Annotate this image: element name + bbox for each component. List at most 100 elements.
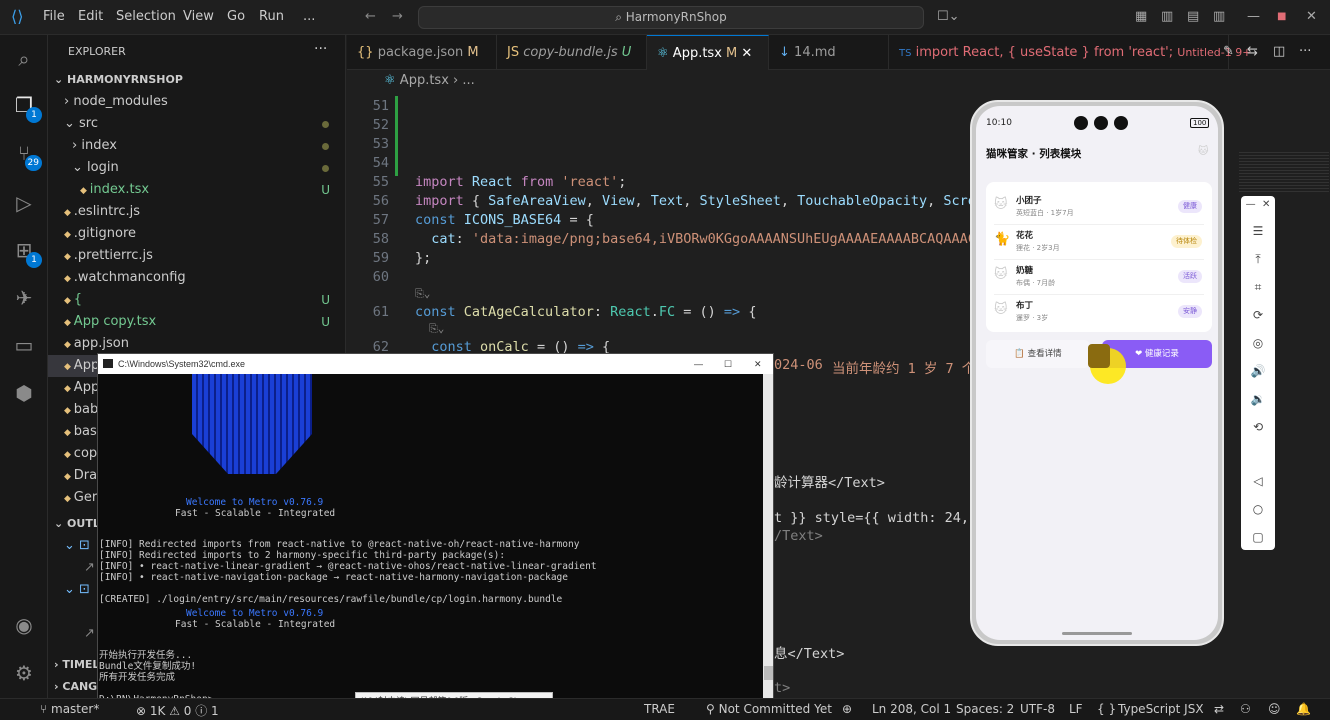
deploy-icon[interactable]: ✈ — [12, 286, 36, 310]
view-details-button[interactable]: 📋 查看详情 — [986, 340, 1090, 368]
copilot-icon[interactable]: ☐⌄ — [937, 9, 960, 24]
menu-selection[interactable]: Selection — [116, 9, 176, 24]
restore-icon[interactable]: ■ — [1277, 11, 1286, 22]
compare-icon[interactable]: ⇆ — [1247, 44, 1258, 59]
encoding[interactable]: UTF-8 — [1020, 702, 1055, 716]
remote-explorer-icon[interactable]: ▭ — [12, 333, 36, 357]
indentation[interactable]: Spaces: 2 — [956, 702, 1014, 716]
tree-file[interactable]: ◆ .gitignore — [48, 223, 345, 245]
explorer-icon[interactable]: ❐ 1 — [12, 93, 42, 123]
problems-status[interactable]: ⊗ 1K ⚠ 0 ⓘ 1 — [136, 702, 219, 719]
account-icon[interactable]: ◉ — [12, 613, 36, 637]
close-tab-icon[interactable]: ✕ — [741, 46, 752, 61]
menu-file[interactable]: File — [43, 9, 65, 24]
tree-folder[interactable]: › index — [48, 135, 345, 157]
cmd-window[interactable]: C:\Windows\System32\cmd.exe — ☐ ✕ Welcom… — [97, 353, 774, 705]
phone-screen[interactable]: 10:10 100 猫咪管家 · 列表模块 🐱 🐱 小团子 英短蓝白 · 1岁7月健… — [976, 106, 1218, 640]
location-icon[interactable]: ◎ — [1241, 336, 1275, 350]
tree-folder[interactable]: ⌄ src — [48, 113, 345, 135]
cat-list-item[interactable]: 🐱 奶糖 布偶 · 7月龄 活跃 — [990, 260, 1208, 295]
menu-edit[interactable]: Edit — [78, 9, 103, 24]
notifications-bell-icon[interactable]: 🔔 — [1296, 702, 1311, 716]
copilot-icon[interactable]: ⚇ — [1240, 702, 1251, 716]
cat-list-item[interactable]: 🐱 小团子 英短蓝白 · 1岁7月 健康 — [990, 190, 1208, 225]
tab-14-md[interactable]: ↓ 14.md — [769, 35, 889, 70]
minimize-icon[interactable]: — — [1247, 9, 1260, 24]
tree-file[interactable]: ◆ App copy.tsx U — [48, 311, 345, 333]
code-fragment: 当前年龄约 1 岁 7 个 — [832, 361, 976, 377]
harmony-icon[interactable]: ⬢ — [12, 381, 36, 405]
cursor-position[interactable]: Ln 208, Col 1 — [872, 702, 951, 716]
tab-untitled-1[interactable]: TS import React, { useState } from 'reac… — [889, 35, 1251, 70]
settings-sync-icon[interactable]: ⇄ — [1214, 702, 1224, 716]
menu-icon[interactable]: ☰ — [1241, 224, 1275, 238]
menu-go[interactable]: Go — [227, 9, 245, 24]
cat-avatar-icon[interactable]: 🐱 — [1198, 146, 1208, 157]
branch-status[interactable]: ⑂ master* — [40, 702, 99, 716]
tab-package-json[interactable]: {} package.json M — [347, 35, 497, 70]
breadcrumb-rest[interactable]: ... — [462, 73, 474, 88]
close-icon[interactable]: ✕ — [1306, 9, 1317, 24]
menu-view[interactable]: View — [183, 9, 214, 24]
settings-gear-icon[interactable]: ⚙ — [12, 661, 36, 685]
forward-arrow-icon[interactable]: → — [392, 9, 403, 24]
more-actions-icon[interactable]: ··· — [314, 41, 327, 57]
command-center-search[interactable]: ⌕ HarmonyRnShop — [418, 6, 924, 29]
project-root[interactable]: ⌄ HARMONYRNSHOP — [48, 69, 345, 91]
minimap[interactable] — [1239, 152, 1329, 192]
tree-file[interactable]: ◆ .watchmanconfig — [48, 267, 345, 289]
tree-file[interactable]: ◆ .eslintrc.js — [48, 201, 345, 223]
back-arrow-icon[interactable]: ← — [365, 9, 376, 24]
minimize-icon[interactable]: — ✕ — [1241, 199, 1275, 210]
language-mode[interactable]: TypeScript JSX — [1118, 702, 1204, 716]
extensions-icon[interactable]: ⊞ 1 — [12, 238, 42, 268]
maximize-icon[interactable]: ☐ — [724, 354, 732, 374]
cmd-scroll-thumb[interactable] — [764, 666, 773, 680]
minimize-icon[interactable]: — — [694, 354, 703, 374]
cmd-scrollbar[interactable] — [763, 374, 773, 704]
account-icon[interactable]: ☺ — [1268, 702, 1281, 716]
rotate-icon[interactable]: ⟳ — [1241, 308, 1275, 322]
menu-more[interactable]: ... — [303, 9, 315, 24]
tree-folder[interactable]: ⌄ login — [48, 157, 345, 179]
close-icon[interactable]: ✕ — [754, 354, 762, 374]
status-badge: 待体检 — [1171, 235, 1202, 248]
back-nav-icon[interactable]: ◁ — [1241, 474, 1275, 488]
cat-list-item[interactable]: 🐈 花花 狸花 · 2岁3月 待体检 — [990, 225, 1208, 260]
cat-list-item[interactable]: 🐱 布丁 暹罗 · 3岁 安静 — [990, 295, 1208, 329]
volume-up-icon[interactable]: 🔊 — [1241, 364, 1275, 378]
breadcrumb-file[interactable]: App.tsx — [400, 73, 449, 88]
source-control-icon[interactable]: ⑂ 29 — [12, 141, 42, 171]
home-nav-icon[interactable]: ○ — [1241, 502, 1275, 516]
codelens-icon[interactable]: ⎘⌄ — [415, 287, 430, 301]
screenshot-crop-icon[interactable]: ⌗ — [1241, 280, 1275, 295]
tree-folder[interactable]: › node_modules — [48, 91, 345, 113]
fold-icon[interactable]: ⟲ — [1241, 420, 1275, 434]
tree-file[interactable]: ◆ app.json — [48, 333, 345, 355]
layout-icon[interactable]: ▦ — [1135, 9, 1147, 24]
recents-nav-icon[interactable]: ▢ — [1241, 530, 1275, 544]
toggle-sidebar-icon[interactable]: ▥ — [1161, 9, 1173, 24]
end-of-line[interactable]: LF — [1069, 702, 1083, 716]
tree-file[interactable]: ◆ .prettierrc.js — [48, 245, 345, 267]
zoom-icon[interactable]: ⊕ — [842, 702, 852, 716]
toggle-panel-icon[interactable]: ▤ — [1187, 9, 1199, 24]
tab-app-tsx[interactable]: ⚛ App.tsx M ✕ — [647, 35, 769, 70]
split-editor-icon[interactable]: ◫ — [1273, 44, 1285, 59]
tree-file[interactable]: ◆ index.tsx U — [48, 179, 345, 201]
more-actions-icon[interactable]: ··· — [1299, 44, 1311, 59]
search-icon[interactable]: ⌕ — [12, 47, 36, 71]
tab-copy-bundle[interactable]: JS copy-bundle.js U — [497, 35, 647, 70]
edit-icon[interactable]: ✎ — [1223, 44, 1234, 59]
git-blame-status[interactable]: ⚲ Not Committed Yet — [706, 702, 832, 716]
menu-run[interactable]: Run — [259, 9, 284, 24]
run-debug-icon[interactable]: ▷ — [12, 191, 36, 215]
trae-status[interactable]: TRAE — [644, 702, 675, 716]
pin-top-icon[interactable]: ⤒ — [1241, 252, 1275, 267]
codelens-icon[interactable]: ⎘⌄ — [429, 322, 444, 336]
tree-file[interactable]: ◆ {U — [48, 289, 345, 311]
cat-breed-age: 英短蓝白 · 1岁7月 — [1016, 209, 1074, 217]
volume-down-icon[interactable]: 🔉 — [1241, 392, 1275, 406]
toggle-secondary-sidebar-icon[interactable]: ▥ — [1213, 9, 1225, 24]
braces-icon[interactable]: { } — [1097, 702, 1116, 716]
